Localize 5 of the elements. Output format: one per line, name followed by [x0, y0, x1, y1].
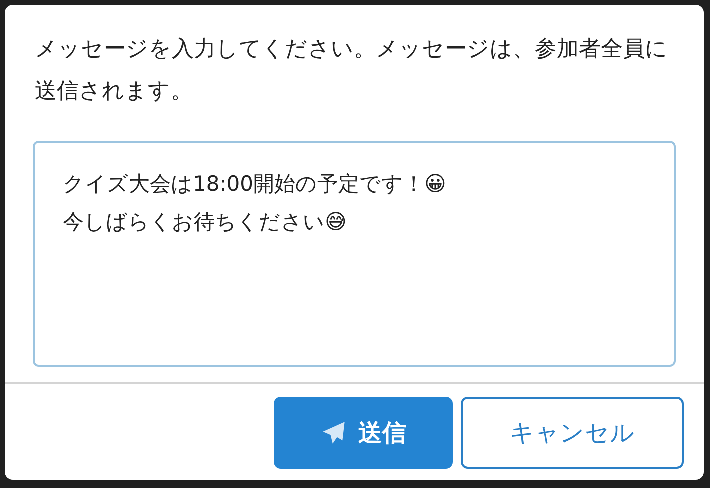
cancel-button[interactable]: キャンセル — [461, 397, 684, 469]
instruction-text: メッセージを入力してください。メッセージは、参加者全員に送信されます。 — [34, 36, 669, 106]
send-button[interactable]: 送信 — [274, 397, 453, 469]
paper-plane-icon — [320, 420, 346, 446]
message-field[interactable]: クイズ大会は18:00開始の予定です！😀 今しばらくお待ちください😅 — [33, 141, 676, 367]
